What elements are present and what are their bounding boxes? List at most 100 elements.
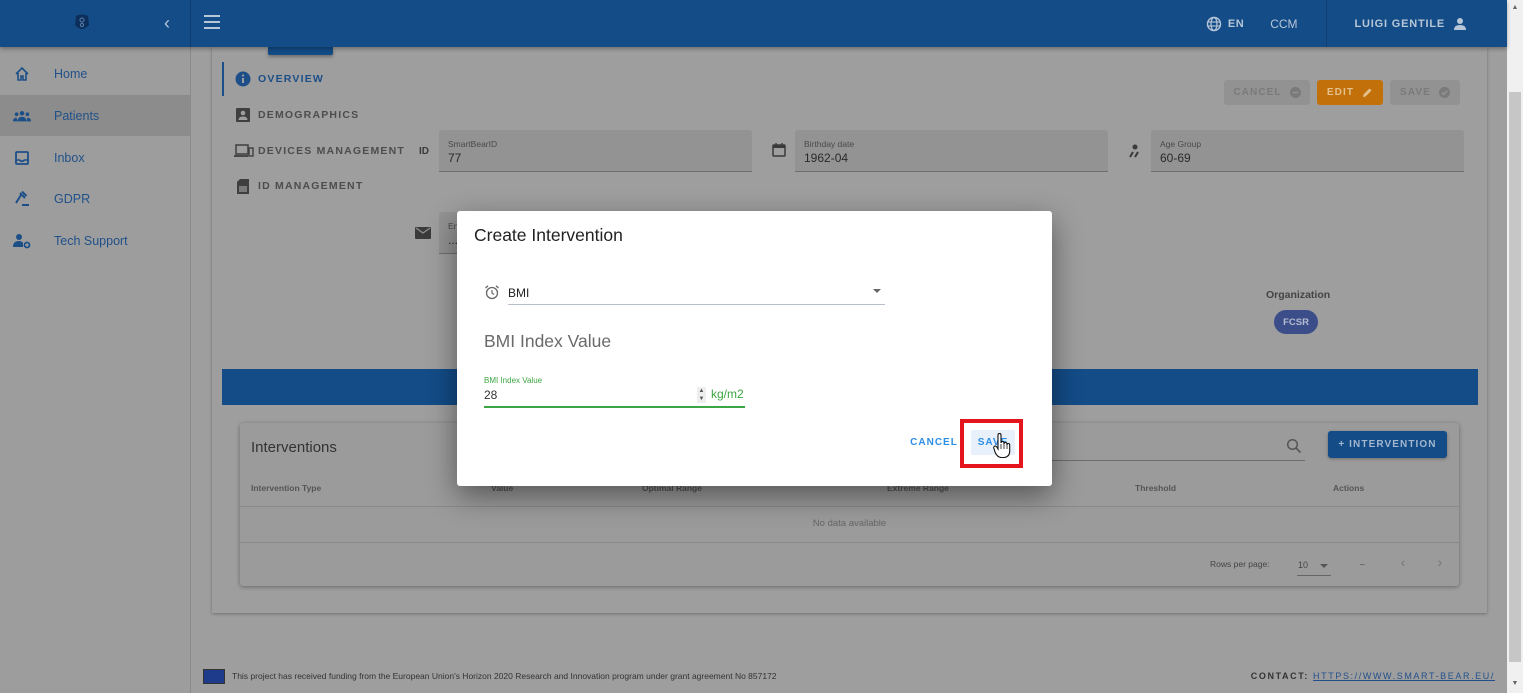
organization-chip[interactable]: FCSR (1274, 310, 1318, 334)
scroll-down-arrow-icon[interactable]: ▼ (1510, 680, 1520, 690)
edit-button-label: EDIT (1326, 87, 1355, 98)
smartbear-logo-icon (75, 14, 89, 29)
search-input[interactable] (1020, 460, 1305, 461)
form-actions: CANCEL EDIT SAVE (1224, 80, 1460, 105)
cancel-button-label: CANCEL (1233, 87, 1282, 98)
language-selector[interactable]: EN (1206, 16, 1244, 32)
column-header-actions: Actions (1333, 483, 1365, 493)
add-intervention-button[interactable]: + INTERVENTION (1328, 431, 1447, 458)
user-name: LUIGI GENTILE (1354, 17, 1445, 30)
sidebar-item-label: Patients (54, 108, 100, 123)
previous-page-button[interactable]: ‹ (1395, 554, 1411, 572)
bmi-value-label: BMI Index Value (484, 376, 543, 385)
field-value: 60-69 (1160, 151, 1191, 165)
page-range: – (1360, 559, 1365, 569)
field-label: Age Group (1160, 139, 1202, 149)
table-divider (240, 506, 1459, 507)
cancel-button[interactable]: CANCEL (1224, 80, 1310, 105)
sidebar-item-label: Inbox (54, 150, 85, 165)
card-tab-indicator (268, 47, 333, 55)
bmi-value-input[interactable] (484, 387, 694, 403)
user-gear-icon (13, 232, 31, 250)
info-icon (235, 71, 251, 87)
globe-icon (1206, 16, 1222, 31)
dialog-cancel-button[interactable]: CANCEL (909, 430, 959, 455)
people-icon (13, 107, 31, 125)
intervention-type-select[interactable]: BMI (508, 281, 885, 305)
number-spinner[interactable]: ▲ ▼ (697, 387, 706, 403)
bmi-value-field: BMI Index Value ▲▼ kg/m2 (484, 374, 745, 408)
page-scrollbar[interactable]: ▲ ▼ (1507, 0, 1523, 693)
smartbear-id-field[interactable]: SmartBearID 77 (439, 130, 752, 172)
contact-link[interactable]: HTTPS://WWW.SMART-BEAR.EU/ (1313, 671, 1495, 681)
calendar-icon (771, 142, 787, 158)
inbox-icon (13, 149, 31, 167)
eu-flag-icon (203, 669, 225, 684)
age-group-icon (1128, 143, 1144, 159)
devices-icon (234, 143, 254, 159)
intervention-type-value: BMI (508, 286, 530, 300)
gavel-icon (13, 190, 31, 208)
sidebar-item-label: GDPR (54, 191, 91, 206)
table-divider (240, 542, 1459, 543)
chevron-down-icon (873, 289, 881, 293)
hamburger-menu-icon[interactable] (204, 15, 220, 29)
field-label: Birthday date (804, 139, 855, 149)
search-icon[interactable] (1286, 438, 1302, 454)
empty-table-message: No data available (812, 518, 887, 529)
footer: This project has received funding from t… (192, 660, 1507, 693)
dialog-save-button[interactable]: SAVE (971, 430, 1015, 455)
sidebar-item-home[interactable]: Home (0, 53, 190, 94)
tab-label: DEVICES MANAGEMENT (258, 145, 406, 157)
interventions-title: Interventions (251, 439, 337, 456)
column-header-intervention-type[interactable]: Intervention Type (251, 483, 321, 493)
chevron-down-icon (1320, 564, 1328, 568)
section-heading: BMI Index Value (484, 331, 612, 351)
unit-suffix: kg/m2 (711, 387, 744, 401)
scroll-up-arrow-icon[interactable]: ▲ (1510, 4, 1520, 14)
organization-code[interactable]: CCM (1270, 17, 1297, 31)
sidebar-item-label: Home (54, 66, 88, 81)
tab-demographics[interactable]: DEMOGRAPHICS (222, 98, 412, 132)
rows-per-page-label: Rows per page: (1210, 559, 1270, 569)
field-value: 77 (448, 151, 462, 165)
field-label: SmartBearID (448, 139, 498, 149)
organization-label: Organization (1266, 289, 1331, 301)
minus-circle-icon (1289, 87, 1301, 98)
contact-info: CONTACT: HTTPS://WWW.SMART-BEAR.EU/ (1251, 671, 1495, 681)
tab-label: DEMOGRAPHICS (258, 109, 360, 121)
contact-card-icon (235, 107, 251, 123)
rows-per-page-select[interactable]: 10 (1297, 556, 1331, 576)
id-badge-icon: ID (419, 145, 429, 157)
field-value: 1962-04 (804, 151, 849, 165)
sim-card-icon (235, 178, 251, 194)
sidebar-item-label: Tech Support (54, 233, 128, 248)
dialog-title: Create Intervention (474, 225, 623, 245)
app-bar-divider (190, 0, 191, 47)
contact-label: CONTACT: (1250, 671, 1309, 681)
tab-id-management[interactable]: ID MANAGEMENT (222, 169, 412, 203)
age-group-field[interactable]: Age Group 60-69 (1151, 130, 1464, 172)
tab-label: OVERVIEW (258, 73, 325, 85)
edit-button[interactable]: EDIT (1317, 80, 1383, 105)
column-header-threshold[interactable]: Threshold (1135, 483, 1176, 493)
chevron-left-icon[interactable]: ‹ (164, 13, 178, 33)
save-button[interactable]: SAVE (1390, 80, 1460, 105)
scrollbar-thumb[interactable] (1509, 92, 1521, 662)
sidebar-item-tech-support[interactable]: Tech Support (0, 220, 190, 261)
tab-devices-management[interactable]: DEVICES MANAGEMENT (222, 134, 412, 168)
sidebar: Home Patients Inbox GDPR Tech Support (0, 47, 191, 693)
birthday-date-field[interactable]: Birthday date 1962-04 (795, 130, 1108, 172)
tab-label: ID MANAGEMENT (258, 180, 364, 192)
next-page-button[interactable]: › (1432, 554, 1448, 572)
sidebar-item-inbox[interactable]: Inbox (0, 137, 190, 178)
funding-text: This project has received funding from t… (232, 671, 777, 681)
tab-overview[interactable]: OVERVIEW (222, 62, 412, 96)
sidebar-item-patients[interactable]: Patients (0, 95, 190, 136)
alarm-clock-icon (485, 285, 499, 300)
user-menu[interactable]: LUIGI GENTILE (1355, 17, 1467, 31)
sidebar-item-gdpr[interactable]: GDPR (0, 178, 190, 219)
email-icon (415, 225, 431, 241)
create-intervention-dialog: Create Intervention BMI BMI Index Value … (457, 211, 1052, 486)
app-bar-separator (1325, 0, 1327, 47)
